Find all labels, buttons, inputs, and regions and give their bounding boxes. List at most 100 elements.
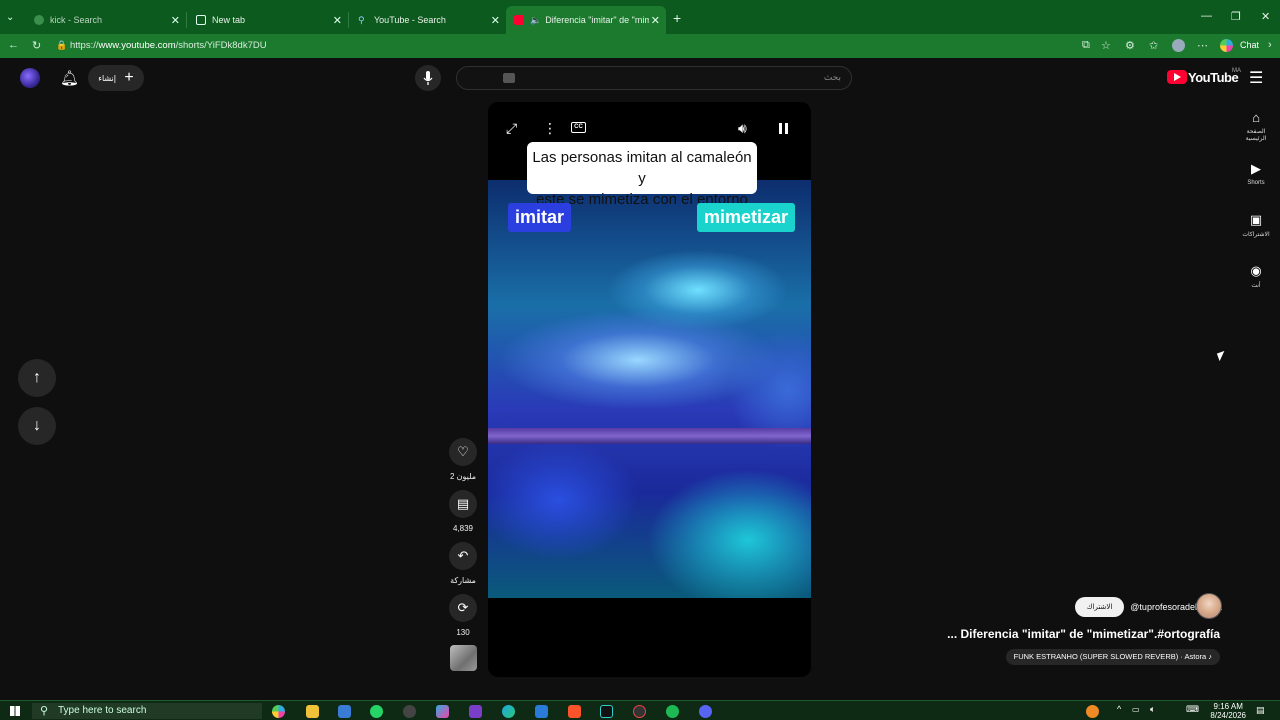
more-options-icon[interactable]: ⋯ [1197,39,1208,52]
tiktok-icon[interactable] [600,705,613,718]
profile-avatar-icon[interactable] [1172,39,1185,52]
media-player-icon[interactable] [403,705,416,718]
microphone-icon [423,71,433,85]
back-icon[interactable]: ← [8,39,19,51]
nav-subscriptions[interactable]: ▣ الاشتراكات [1236,212,1276,238]
more-vertical-icon[interactable]: ⋮ [543,120,557,137]
nav-home[interactable]: ⌂ الصفحة الرئيسية [1236,110,1276,142]
system-tray-chevron-icon[interactable]: ^ [1117,704,1121,714]
youtube-page: 🔔︎ إنشاء + بحث YouTube MA ☰ ⌂ الصفحة الر… [0,60,1280,700]
comment-count: 4,839 [452,524,474,533]
share-button[interactable]: ↶ [449,542,477,570]
restore-icon[interactable]: ❐ [1231,10,1241,23]
close-window-icon[interactable]: ✕ [1261,10,1270,23]
onenote-icon[interactable] [469,705,482,718]
obs-icon[interactable] [633,705,646,718]
volume-icon[interactable]: 🔊︎ [738,120,747,137]
search-favicon-icon: ⚲ [358,15,365,25]
create-label: إنشاء [98,73,116,83]
favorites-icon[interactable]: ✩ [1149,39,1158,52]
address-bar: ← ↻ 🔒 https://www.youtube.com/shorts/YiF… [0,34,1280,58]
comments-button[interactable]: ▤ [449,490,477,518]
sidebar-toggle-icon[interactable]: › [1268,39,1272,51]
app-available-icon[interactable]: ⧉ [1082,39,1090,52]
tab-label: Diferencia "imitar" de "mimet... [545,15,650,25]
subscribe-button[interactable]: الاشتراك [1074,597,1125,617]
taskbar-search-input[interactable]: ⚲ Type here to search [32,703,262,719]
shorts-player[interactable]: ⤢ ⋮ CC 🔊︎ Las personas imitan al camaleó… [488,102,811,677]
hamburger-menu-icon[interactable]: ☰ [1249,68,1263,88]
favorite-star-icon[interactable]: ☆ [1101,39,1111,52]
next-short-button[interactable]: ↓ [18,407,56,445]
close-tab-icon[interactable]: ✕ [491,14,500,27]
youtube-logo-text[interactable]: YouTube [1188,70,1239,85]
url-field[interactable]: https://www.youtube.com/shorts/YiFDk8dk7… [70,40,267,51]
spotify-icon[interactable] [666,705,679,718]
file-explorer-icon[interactable] [306,705,319,718]
new-tab-button[interactable]: + [673,10,681,26]
minimize-icon[interactable]: — [1201,10,1212,22]
nav-you[interactable]: ◉ أنت [1236,263,1276,289]
pause-icon-bar [785,123,788,134]
taskbar-clock[interactable]: 9:16 AM 8/24/2026 [1210,702,1246,720]
video-subtitle: Las personas imitan al camaleón y este s… [527,142,757,208]
youtube-logo-icon[interactable] [1167,70,1187,84]
pinned-app-icon[interactable] [535,705,548,718]
remix-icon: ⟳ [457,600,469,615]
nav-shorts[interactable]: ▶ Shorts [1236,161,1276,186]
copilot-pinned-icon[interactable] [436,705,449,718]
share-label: مشاركة [450,576,476,585]
nav-shorts-label: Shorts [1247,180,1265,186]
volume-tray-icon[interactable]: 🔈︎ [1150,704,1155,715]
fullscreen-icon[interactable]: ⤢ [506,120,517,137]
close-tab-icon[interactable]: ✕ [171,14,180,27]
refresh-icon[interactable]: ↻ [32,39,41,52]
account-avatar[interactable] [20,68,40,88]
search-favicon-icon [34,15,44,25]
remix-button[interactable]: ⟳ [449,594,477,622]
chat-button[interactable]: Chat [1240,40,1259,50]
tab-kick-search[interactable]: kick - Search ✕ [26,6,186,34]
previous-short-button[interactable]: ↑ [18,359,56,397]
voice-search-button[interactable] [415,65,441,91]
search-icon: ⚲ [40,705,49,717]
tab-list-chevron-icon[interactable]: ⌄ [6,12,14,23]
tab-new-tab[interactable]: New tab ✕ [188,6,348,34]
copilot-app-icon[interactable] [272,705,285,718]
windows-start-icon[interactable] [10,706,20,716]
notification-center-icon[interactable]: ▤ [1256,705,1265,716]
calculator-icon[interactable] [338,705,351,718]
edge-icon[interactable] [502,705,515,718]
captions-icon[interactable]: CC [571,122,586,133]
notification-app-icon[interactable] [1086,705,1099,718]
mouse-cursor-icon [1216,350,1228,362]
channel-avatar[interactable] [1196,593,1222,619]
lock-icon[interactable]: 🔒 [56,40,67,51]
close-tab-icon[interactable]: ✕ [333,14,342,27]
keyboard-icon[interactable] [503,73,515,83]
taskbar-search-placeholder: Type here to search [58,705,147,716]
short-title[interactable]: ... Diferencia "imitar" de "mimetizar".#… [947,627,1220,641]
tab-youtube-short[interactable]: 🔈 Diferencia "imitar" de "mimet... ✕ [506,6,666,34]
music-chip[interactable]: FUNK ESTRANHO (SUPER SLOWED REVERB) · As… [1005,649,1220,665]
whatsapp-icon[interactable] [370,705,383,718]
speaker-icon[interactable]: 🔈 [530,15,541,26]
video-frame[interactable] [488,180,811,598]
keyboard-tray-icon[interactable]: ⌨ [1186,704,1199,715]
search-input[interactable]: بحث [456,66,852,90]
overlay-label-imitar: imitar [508,203,572,232]
network-icon[interactable]: ▭ [1132,705,1140,714]
brave-icon[interactable] [568,705,581,718]
comment-icon: ▤ [456,496,470,511]
tab-youtube-search[interactable]: ⚲ YouTube - Search ✕ [350,6,506,34]
discord-icon[interactable] [699,705,712,718]
copilot-icon[interactable] [1220,39,1233,52]
pause-icon[interactable] [779,123,782,134]
sound-thumbnail[interactable] [450,645,477,671]
create-button[interactable]: إنشاء + [88,65,144,91]
like-button[interactable]: ♡ [449,438,477,466]
extension-icon[interactable]: ⚙ [1125,39,1135,52]
notifications-bell-icon[interactable]: 🔔︎ [60,69,79,87]
close-tab-icon[interactable]: ✕ [651,14,660,27]
like-count: 2 مليون [449,472,477,481]
